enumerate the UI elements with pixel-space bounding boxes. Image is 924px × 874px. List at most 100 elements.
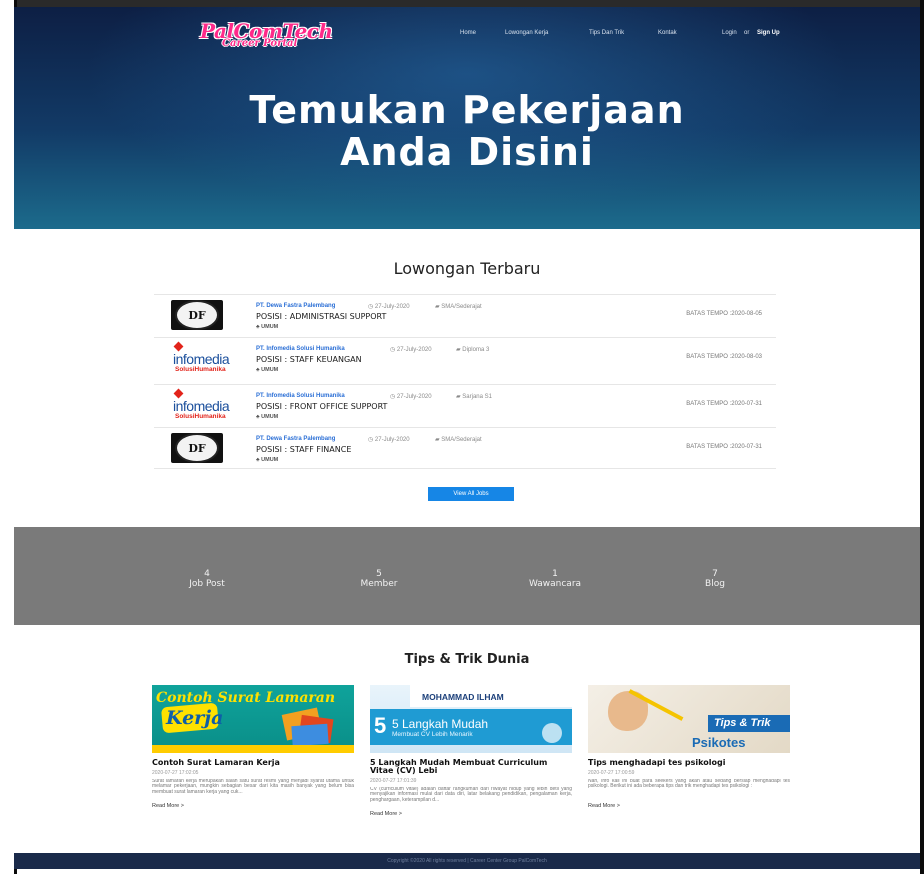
job-category-text: UMUM bbox=[261, 457, 279, 463]
job-category: ♣ UMUM bbox=[256, 414, 278, 420]
blog-card-image[interactable]: MOHAMMAD ILHAM 5 5 Langkah Mudah Membuat… bbox=[370, 685, 572, 753]
job-deadline: BATAS TEMPO :2020-08-03 bbox=[686, 354, 762, 360]
job-item[interactable]: infomedia SolusiHumanika PT. Infomedia S… bbox=[154, 384, 776, 425]
tips-section-title: Tips & Trik Dunia bbox=[404, 652, 530, 667]
infomedia-logo-name: infomedia bbox=[173, 351, 230, 367]
image-caption-line1: Contoh Surat Lamaran bbox=[156, 690, 336, 706]
job-education: ▰ SMA/Sederajat bbox=[435, 303, 482, 310]
view-all-jobs-button[interactable]: View All Jobs bbox=[428, 487, 514, 501]
clock-icon: ◷ bbox=[368, 304, 374, 310]
page: PalComTech Career Portal Home Lowongan K… bbox=[14, 7, 920, 869]
job-position[interactable]: POSISI : STAFF KEUANGAN bbox=[256, 355, 362, 364]
logo-diamond-shape bbox=[173, 388, 184, 399]
nav-kontak[interactable]: Kontak bbox=[658, 30, 677, 36]
job-education-text: SMA/Sederajat bbox=[441, 304, 482, 310]
nav-tips-dan-trik[interactable]: Tips Dan Trik bbox=[589, 30, 624, 36]
clock-icon: ◷ bbox=[390, 394, 396, 400]
job-company[interactable]: PT. Infomedia Solusi Humanika bbox=[256, 393, 345, 399]
blog-card-date: 2020-07-27 17:02:05 bbox=[152, 770, 199, 776]
read-more-link[interactable]: Read More > bbox=[152, 803, 354, 809]
read-more-link[interactable]: Read More > bbox=[588, 803, 790, 809]
clock-icon: ◷ bbox=[368, 437, 374, 443]
blog-card[interactable]: Tips & Trik Psikotes Tips menghadapi tes… bbox=[588, 685, 790, 809]
image-caption-line2: Kerja bbox=[166, 707, 224, 729]
stat-blog: 7 Blog bbox=[665, 569, 765, 590]
blog-card[interactable]: MOHAMMAD ILHAM 5 5 Langkah Mudah Membuat… bbox=[370, 685, 572, 817]
image-caption-line1: Tips & Trik bbox=[714, 717, 771, 729]
footer: Copyright ©2020 All rights reserved | Ca… bbox=[14, 853, 920, 869]
graduation-cap-icon: ▰ bbox=[435, 304, 440, 310]
image-caption-line1: 5 Langkah Mudah bbox=[392, 717, 489, 731]
infomedia-logo-name: infomedia bbox=[173, 398, 230, 414]
company-logo: infomedia SolusiHumanika bbox=[171, 388, 230, 420]
hero-title-line1: Temukan Pekerjaan bbox=[249, 88, 685, 132]
stats-band: 4 Job Post 5 Member 1 Wawancara 7 Blog bbox=[14, 527, 920, 625]
job-item[interactable]: DF PT. Dewa Fastra Palembang ◷ 27-July-2… bbox=[154, 294, 776, 335]
job-category-text: UMUM bbox=[261, 324, 279, 330]
job-item[interactable]: infomedia SolusiHumanika PT. Infomedia S… bbox=[154, 337, 776, 378]
job-category-text: UMUM bbox=[261, 367, 279, 373]
job-category-text: UMUM bbox=[261, 414, 279, 420]
blog-card[interactable]: Contoh Surat Lamaran Kerja Contoh Surat … bbox=[152, 685, 354, 809]
blog-card-excerpt: Surat lamaran kerja merupakan salah satu… bbox=[152, 779, 354, 795]
job-date-text: 27-July-2020 bbox=[374, 304, 410, 310]
seal-logo-icon: DF bbox=[171, 433, 223, 463]
blog-card-title[interactable]: Tips menghadapi tes psikologi bbox=[588, 759, 790, 767]
blog-card-date: 2020-07-27 17:00:59 bbox=[588, 770, 635, 776]
stat-value: 5 bbox=[376, 569, 382, 579]
image-caption-line2: Psikotes bbox=[692, 735, 746, 750]
job-education: ▰ SMA/Sederajat bbox=[435, 436, 482, 443]
users-icon: ♣ bbox=[256, 324, 260, 330]
stat-value: 1 bbox=[552, 569, 558, 579]
stat-wawancara: 1 Wawancara bbox=[505, 569, 605, 590]
stat-job-post: 4 Job Post bbox=[157, 569, 257, 590]
blog-card-image[interactable]: Contoh Surat Lamaran Kerja bbox=[152, 685, 354, 753]
job-company[interactable]: PT. Infomedia Solusi Humanika bbox=[256, 346, 345, 352]
job-date-text: 27-July-2020 bbox=[396, 394, 432, 400]
job-date: ◷ 27-July-2020 bbox=[390, 346, 432, 353]
read-more-link[interactable]: Read More > bbox=[370, 811, 572, 817]
seal-logo-text: DF bbox=[175, 300, 219, 330]
graduation-cap-icon: ▰ bbox=[456, 394, 461, 400]
job-deadline: BATAS TEMPO :2020-08-05 bbox=[686, 311, 762, 317]
logo-diamond-shape bbox=[173, 341, 184, 352]
nav-sign-up[interactable]: Sign Up bbox=[757, 30, 780, 36]
infomedia-logo-tag: SolusiHumanika bbox=[175, 366, 226, 373]
job-item[interactable]: DF PT. Dewa Fastra Palembang ◷ 27-July-2… bbox=[154, 427, 776, 469]
image-bottom-stripe bbox=[152, 745, 354, 753]
job-category: ♣ UMUM bbox=[256, 367, 278, 373]
blog-card-excerpt: CV (curriculum vitae) adalah daftar rang… bbox=[370, 787, 572, 803]
blog-card-title[interactable]: 5 Langkah Mudah Membuat Curriculum Vitae… bbox=[370, 759, 572, 775]
job-position[interactable]: POSISI : FRONT OFFICE SUPPORT bbox=[256, 402, 387, 411]
hero-banner: PalComTech Career Portal Home Lowongan K… bbox=[14, 7, 920, 229]
clock-icon: ◷ bbox=[390, 347, 396, 353]
job-date: ◷ 27-July-2020 bbox=[390, 393, 432, 400]
job-company[interactable]: PT. Dewa Fastra Palembang bbox=[256, 436, 335, 442]
top-nav: Home Lowongan Kerja Tips Dan Trik Kontak… bbox=[14, 30, 920, 42]
users-icon: ♣ bbox=[256, 367, 260, 373]
stat-label: Blog bbox=[705, 579, 725, 589]
window-top-edge bbox=[14, 0, 924, 7]
blog-card-title[interactable]: Contoh Surat Lamaran Kerja bbox=[152, 759, 354, 767]
blog-card-image[interactable]: Tips & Trik Psikotes bbox=[588, 685, 790, 753]
users-icon: ♣ bbox=[256, 457, 260, 463]
job-education-text: SMA/Sederajat bbox=[441, 437, 482, 443]
job-education-text: Diploma 3 bbox=[462, 347, 490, 353]
job-company[interactable]: PT. Dewa Fastra Palembang bbox=[256, 303, 335, 309]
nav-home[interactable]: Home bbox=[460, 30, 476, 36]
stat-label: Member bbox=[360, 579, 398, 589]
job-education-text: Sarjana S1 bbox=[462, 394, 492, 400]
stat-member: 5 Member bbox=[329, 569, 429, 590]
job-position[interactable]: POSISI : ADMINISTRASI SUPPORT bbox=[256, 312, 386, 321]
nav-or: or bbox=[744, 30, 750, 36]
hero-title: Temukan Pekerjaan Anda Disini bbox=[14, 89, 920, 173]
job-date: ◷ 27-July-2020 bbox=[368, 436, 410, 443]
nav-login[interactable]: Login bbox=[722, 30, 737, 36]
nav-lowongan-kerja[interactable]: Lowongan Kerja bbox=[505, 30, 548, 36]
job-position[interactable]: POSISI : STAFF FINANCE bbox=[256, 445, 351, 454]
company-logo: DF bbox=[171, 433, 223, 463]
envelope-icon bbox=[291, 723, 329, 747]
job-education: ▰ Diploma 3 bbox=[456, 346, 489, 353]
blog-card-excerpt: Nah, info kali ini buat para seekers yan… bbox=[588, 779, 790, 790]
stat-value: 7 bbox=[712, 569, 718, 579]
